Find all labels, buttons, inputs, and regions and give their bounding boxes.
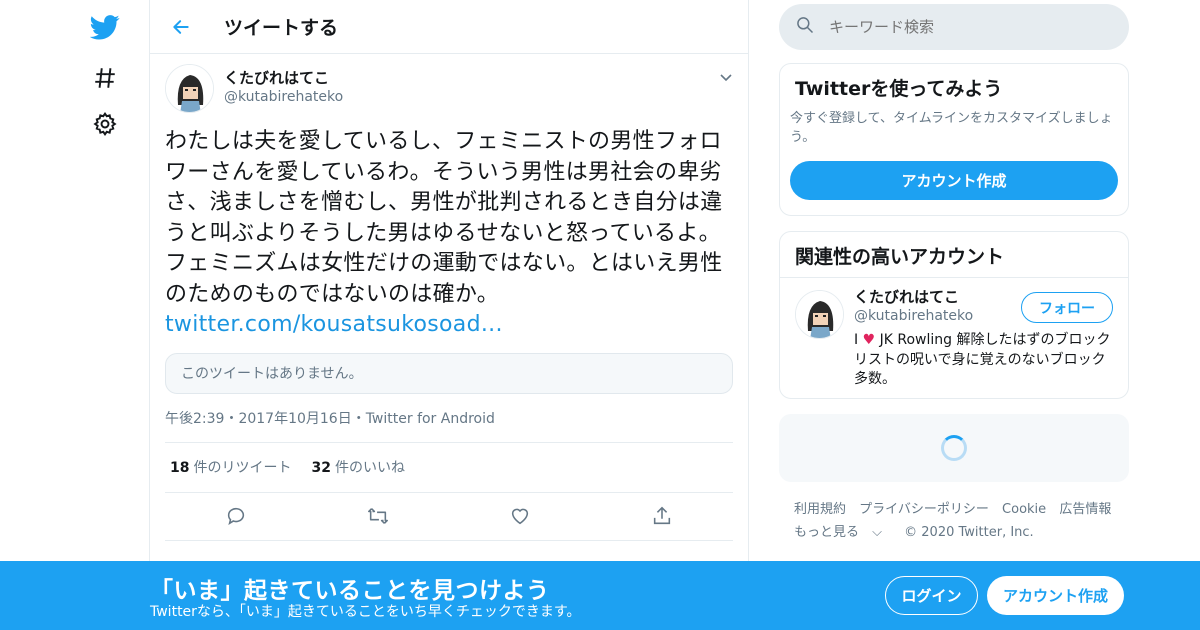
related-account-name[interactable]: くたびれはてこ xyxy=(854,288,959,306)
signup-banner: 「いま」起きていることを見つけよう Twitterなら、「いま」起きていることを… xyxy=(0,561,1200,630)
related-accounts-card: 関連性の高いアカウント くたびれはてこ @kutabirehateko フォロー… xyxy=(779,231,1129,399)
copyright: © 2020 Twitter, Inc. xyxy=(904,525,1034,540)
footer-link-terms[interactable]: 利用規約 xyxy=(794,502,846,517)
like-heart-icon[interactable] xyxy=(449,505,591,527)
related-account-avatar[interactable] xyxy=(795,290,844,339)
reply-icon[interactable] xyxy=(165,505,307,527)
tweet-text: わたしは夫を愛しているし、フェミニストの男性フォロワーさんを愛しているわ。そうい… xyxy=(165,127,740,341)
page-title: ツイートする xyxy=(224,17,339,39)
signup-card-subtitle: 今すぐ登録して、タイムラインをカスタマイズしましょう。 xyxy=(790,111,1113,145)
banner-subtitle: Twitterなら、「いま」起きていることをいち早くチェックできます。 xyxy=(150,604,581,620)
chevron-down-icon[interactable] xyxy=(718,69,734,85)
loading-spinner-icon xyxy=(941,435,967,461)
footer-link-cookie[interactable]: Cookie xyxy=(1002,502,1046,517)
related-account-item[interactable]: くたびれはてこ @kutabirehateko フォロー I ♥ JK Rowl… xyxy=(780,278,1128,398)
tweet-actions xyxy=(165,493,733,541)
like-count[interactable]: 32 件のいいね xyxy=(311,457,404,477)
author-name[interactable]: くたびれはてこ xyxy=(224,68,343,88)
heart-icon: ♥ xyxy=(862,332,876,348)
settings-gear-icon[interactable] xyxy=(88,107,122,141)
author-avatar[interactable] xyxy=(165,64,214,113)
banner-title: 「いま」起きていることを見つけよう xyxy=(150,578,550,604)
follow-button[interactable]: フォロー xyxy=(1021,292,1113,323)
explore-hashtag-icon[interactable] xyxy=(88,61,122,95)
retweet-count[interactable]: 18 件のリツイート xyxy=(170,457,291,477)
twitter-logo-icon[interactable] xyxy=(88,10,122,44)
tweet-detail: くたびれはてこ @kutabirehateko わたしは夫を愛しているし、フェミ… xyxy=(150,54,748,541)
related-accounts-title: 関連性の高いアカウント xyxy=(780,232,1128,278)
retweet-icon[interactable] xyxy=(307,505,449,527)
bio-text: JK Rowling 解除したはずのブロックリストの呪いで身に覚えのないブロック… xyxy=(854,332,1111,387)
quoted-tweet-unavailable: このツイートはありません。 xyxy=(165,352,733,394)
author-handle[interactable]: @kutabirehateko xyxy=(224,88,343,106)
footer-more-label: もっと見る xyxy=(794,525,860,540)
footer-link-ads[interactable]: 広告情報 xyxy=(1059,502,1111,517)
related-account-handle[interactable]: @kutabirehateko xyxy=(854,308,973,324)
login-button[interactable]: ログイン xyxy=(885,576,978,615)
related-account-bio: I ♥ JK Rowling 解除したはずのブロックリストの呪いで身に覚えのない… xyxy=(854,331,1116,390)
loading-card xyxy=(779,414,1129,482)
search-input[interactable] xyxy=(829,18,1109,36)
tweet-column: ツイートする くたびれはてこ @kutabirehateko わたしは夫を愛して… xyxy=(149,0,749,562)
footer-link-privacy[interactable]: プライバシーポリシー xyxy=(859,502,989,517)
search-icon xyxy=(795,15,815,39)
footer-more-link[interactable]: もっと見る ⌵ xyxy=(794,525,891,540)
page-header: ツイートする xyxy=(150,0,748,54)
signup-card: Twitterを使ってみよう 今すぐ登録して、タイムラインをカスタマイズしましょ… xyxy=(779,63,1129,216)
retweet-count-label: 件のリツイート xyxy=(193,460,292,476)
bio-prefix: I xyxy=(854,332,859,348)
tweet-timestamp[interactable]: 午後2:39・2017年10月16日・Twitter for Android xyxy=(165,408,733,443)
back-arrow-icon[interactable] xyxy=(170,16,192,38)
share-icon[interactable] xyxy=(591,505,733,527)
like-count-value: 32 xyxy=(311,460,331,476)
create-account-button[interactable]: アカウント作成 xyxy=(790,161,1118,200)
search-bar[interactable] xyxy=(779,4,1129,50)
engagement-counts: 18 件のリツイート 32 件のいいね xyxy=(165,443,733,493)
banner-create-account-button[interactable]: アカウント作成 xyxy=(987,576,1124,615)
like-count-label: 件のいいね xyxy=(334,460,405,476)
footer-links: 利用規約 プライバシーポリシー Cookie 広告情報 もっと見る ⌵ © 20… xyxy=(794,498,1124,544)
left-nav xyxy=(80,0,130,560)
tweet-body: わたしは夫を愛しているし、フェミニストの男性フォロワーさんを愛しているわ。そうい… xyxy=(165,129,723,307)
chevron-down-icon: ⌵ xyxy=(872,525,883,540)
retweet-count-value: 18 xyxy=(170,460,190,476)
tweet-link[interactable]: twitter.com/kousatsukosoad... xyxy=(165,310,740,341)
signup-card-title: Twitterを使ってみよう xyxy=(795,78,1003,100)
